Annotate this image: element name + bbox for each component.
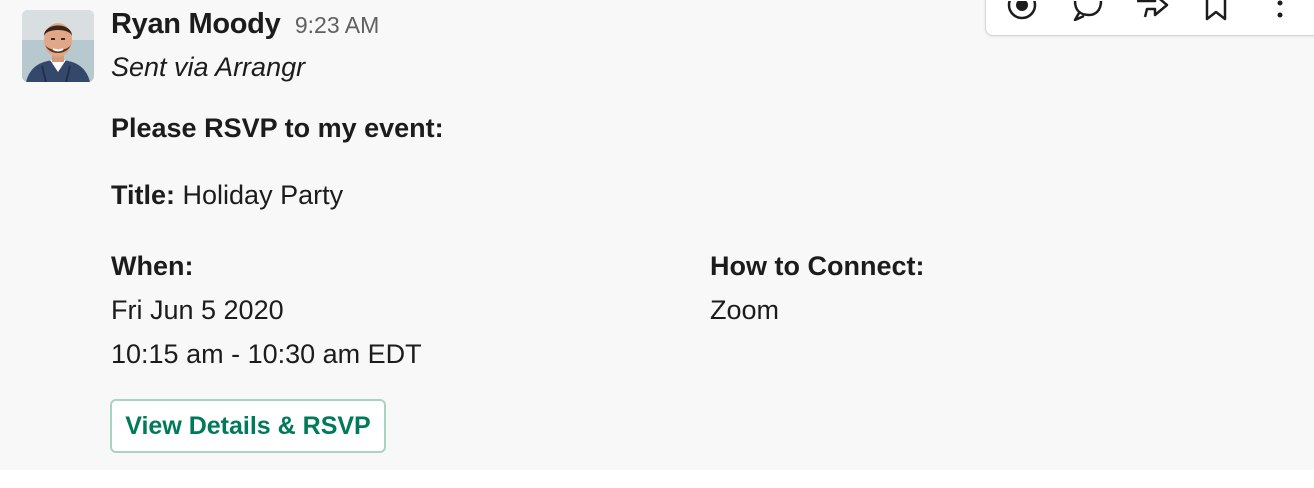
event-title-line: Title: Holiday Party: [111, 180, 343, 211]
event-date: Fri Jun 5 2020: [111, 295, 284, 325]
connect-label: How to Connect:: [710, 251, 925, 281]
rsvp-heading: Please RSVP to my event:: [111, 113, 444, 143]
avatar[interactable]: [22, 10, 94, 82]
when-section: When: Fri Jun 5 2020 10:15 am - 10:30 am…: [111, 244, 422, 376]
message-actions-toolbar: [985, 0, 1314, 36]
sent-via-label: Sent via Arrangr: [111, 52, 306, 82]
message-container: Ryan Moody 9:23 AM Sent via Arrangr Plea…: [0, 0, 1314, 470]
event-title-label: Title:: [111, 180, 176, 210]
timestamp[interactable]: 9:23 AM: [295, 12, 379, 38]
more-actions-icon[interactable]: [1260, 0, 1300, 21]
reply-in-thread-icon[interactable]: [1068, 0, 1108, 21]
add-reaction-icon[interactable]: [1002, 0, 1042, 21]
event-time: 10:15 am - 10:30 am EDT: [111, 339, 422, 369]
view-details-rsvp-button[interactable]: View Details & RSVP: [110, 399, 386, 453]
message-header: Ryan Moody 9:23 AM: [111, 8, 379, 41]
connect-value: Zoom: [710, 295, 780, 325]
sender-name[interactable]: Ryan Moody: [111, 8, 281, 40]
event-title-value: Holiday Party: [182, 180, 344, 210]
save-bookmark-icon[interactable]: [1196, 0, 1236, 21]
connect-section: How to Connect: Zoom: [710, 244, 924, 332]
share-message-icon[interactable]: [1132, 0, 1172, 21]
when-label: When:: [111, 251, 194, 281]
